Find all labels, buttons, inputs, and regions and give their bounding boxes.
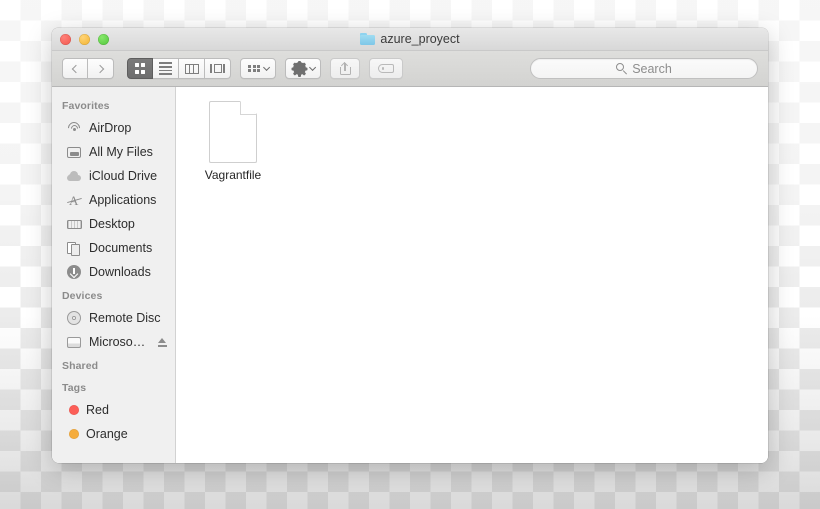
view-mode-buttons [127, 58, 231, 79]
maximize-button[interactable] [98, 33, 109, 45]
navigation-buttons [62, 58, 114, 79]
sidebar-item-icloud-drive[interactable]: iCloud Drive [52, 164, 175, 188]
action-menu-button[interactable] [285, 58, 321, 79]
sidebar-item-label: Microso… [89, 335, 146, 349]
sidebar-item-label: Remote Disc [89, 311, 161, 325]
sidebar-section-favorites-header: Favorites [62, 100, 110, 112]
window-titlebar[interactable]: azure_proyect [52, 28, 768, 51]
minimize-button[interactable] [79, 33, 90, 45]
chevron-right-icon [95, 64, 104, 73]
finder-window: azure_proyect Search Favorites AirDrop A… [52, 28, 768, 463]
window-controls [60, 28, 109, 50]
sidebar-item-label: Orange [86, 427, 128, 441]
sidebar-item-microsoft-drive[interactable]: Microso… [52, 330, 175, 354]
finder-toolbar: Search [52, 51, 768, 87]
grid-icon [134, 63, 146, 74]
sidebar-item-applications[interactable]: A Applications [52, 188, 175, 212]
folder-icon [360, 33, 376, 45]
sidebar: Favorites AirDrop All My Files iCloud Dr… [52, 87, 176, 463]
window-title: azure_proyect [380, 32, 460, 46]
share-button[interactable] [330, 58, 360, 79]
chevron-left-icon [71, 64, 81, 73]
tag-dot-icon [69, 429, 79, 439]
file-name-label: Vagrantfile [204, 168, 262, 182]
sidebar-item-documents[interactable]: Documents [52, 236, 175, 260]
sidebar-item-downloads[interactable]: Downloads [52, 260, 175, 284]
arrange-grid-icon [248, 64, 260, 73]
close-button[interactable] [60, 33, 71, 45]
sidebar-item-remote-disc[interactable]: Remote Disc [52, 306, 175, 330]
sidebar-item-label: Downloads [89, 265, 151, 279]
icloud-icon [66, 168, 82, 184]
list-view-button[interactable] [153, 58, 179, 79]
window-body: Favorites AirDrop All My Files iCloud Dr… [52, 87, 768, 463]
tag-button[interactable] [369, 58, 403, 79]
column-view-button[interactable] [179, 58, 205, 79]
coverflow-view-button[interactable] [205, 58, 231, 79]
tag-dot-icon [69, 405, 79, 415]
file-grid[interactable]: Vagrantfile [176, 87, 768, 463]
sidebar-item-desktop[interactable]: Desktop [52, 212, 175, 236]
documents-icon [66, 240, 82, 256]
search-field[interactable]: Search [530, 58, 758, 79]
all-my-files-icon [66, 144, 82, 160]
eject-icon[interactable] [158, 337, 167, 348]
blank-document-icon [209, 101, 257, 163]
window-title-group: azure_proyect [360, 32, 460, 46]
sidebar-item-label: Applications [89, 193, 157, 207]
sidebar-item-tag-red[interactable]: Red [52, 398, 175, 422]
coverflow-icon [210, 64, 225, 73]
search-icon [616, 63, 627, 75]
sidebar-item-label: Red [86, 403, 109, 417]
downloads-icon [66, 264, 82, 280]
sidebar-item-airdrop[interactable]: AirDrop [52, 116, 175, 140]
sidebar-item-label: Documents [89, 241, 153, 255]
applications-icon: A [66, 192, 82, 208]
sidebar-section-shared-header: Shared [62, 360, 99, 372]
share-icon [339, 61, 351, 75]
arrange-by-button[interactable] [240, 58, 276, 79]
sidebar-section-tags-header: Tags [62, 382, 87, 394]
sidebar-item-label: Desktop [89, 217, 135, 231]
chevron-down-icon [308, 63, 316, 71]
icon-view-button[interactable] [127, 58, 153, 79]
sidebar-item-label: AirDrop [89, 121, 132, 135]
back-button[interactable] [62, 58, 88, 79]
columns-icon [184, 63, 199, 74]
hard-drive-icon [66, 334, 82, 350]
gear-icon [291, 60, 307, 77]
file-item[interactable]: Vagrantfile [190, 101, 276, 182]
sidebar-item-label: All My Files [89, 145, 153, 159]
chevron-down-icon [262, 63, 270, 71]
sidebar-item-label: iCloud Drive [89, 169, 158, 183]
list-icon [159, 62, 172, 75]
desktop-icon [66, 216, 82, 232]
tag-icon [378, 64, 394, 73]
sidebar-item-tag-orange[interactable]: Orange [52, 422, 175, 446]
disc-icon [66, 310, 82, 326]
sidebar-item-all-my-files[interactable]: All My Files [52, 140, 175, 164]
sidebar-section-devices-header: Devices [62, 290, 103, 302]
search-placeholder: Search [632, 61, 672, 76]
airdrop-icon [65, 119, 83, 137]
forward-button[interactable] [88, 58, 114, 79]
